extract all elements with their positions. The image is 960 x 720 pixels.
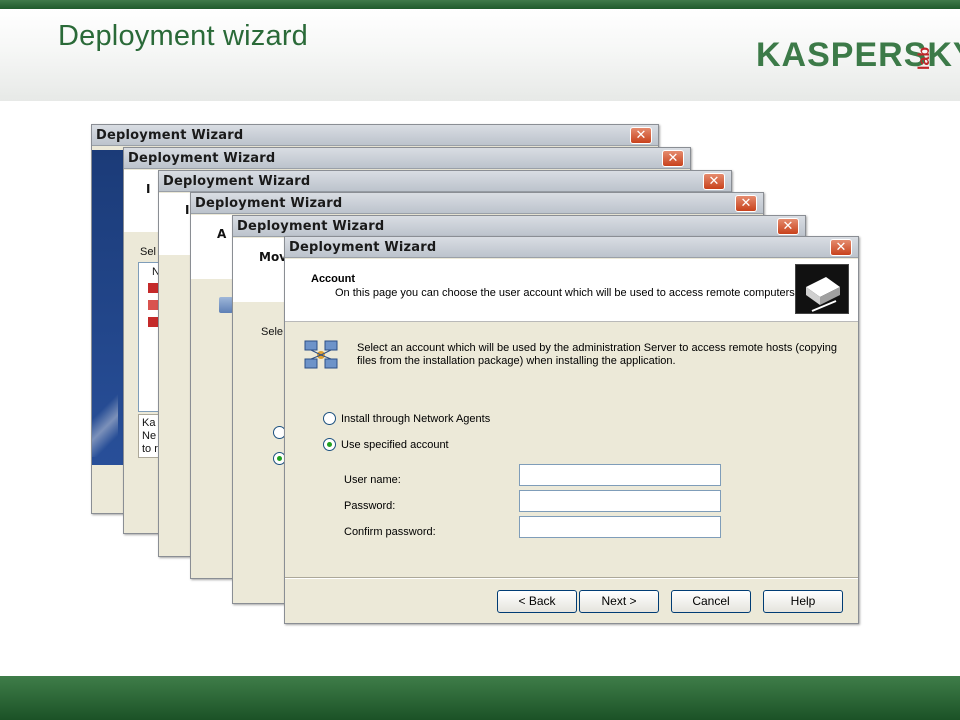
radio-circle[interactable]: [323, 438, 336, 451]
window-titlebar: Deployment Wizard ✕: [285, 237, 858, 258]
radio-label: Install through Network Agents: [341, 412, 491, 425]
button-separator-highlight: [285, 578, 858, 579]
list-item-icon: [148, 317, 158, 327]
wizard-page-header: Account On this page you can choose the …: [285, 259, 858, 322]
desc-fragment: Ka: [142, 417, 156, 429]
window-titlebar: Deployment Wizard ✕: [159, 171, 731, 192]
radio-label: Use specified account: [341, 438, 449, 451]
close-icon[interactable]: ✕: [703, 173, 725, 190]
password-label: Password:: [344, 500, 396, 512]
select-fragment: Sel: [140, 246, 156, 258]
desc-fragment: to r: [142, 443, 158, 455]
kaspersky-logo: KASPERSKY lab: [756, 34, 960, 76]
window-titlebar: Deployment Wizard ✕: [191, 193, 763, 214]
wizard-page-body: Select an account which will be used by …: [285, 323, 858, 578]
page-title: Account: [311, 273, 355, 285]
window-title: Deployment Wizard: [237, 219, 385, 234]
next-button[interactable]: Next >: [579, 590, 659, 613]
help-button[interactable]: Help: [763, 590, 843, 613]
header-fragment: I: [146, 182, 151, 196]
window-title: Deployment Wizard: [289, 240, 437, 255]
close-icon[interactable]: ✕: [630, 127, 652, 144]
bottom-band: [0, 676, 960, 720]
back-button[interactable]: < Back: [497, 590, 577, 613]
close-icon[interactable]: ✕: [662, 150, 684, 167]
window-title: Deployment Wizard: [163, 174, 311, 189]
close-icon[interactable]: ✕: [830, 239, 852, 256]
window-title: Deployment Wizard: [128, 151, 276, 166]
wizard-header-icon: [795, 264, 849, 314]
header-fragment: I: [185, 203, 190, 217]
window-title: Deployment Wizard: [195, 196, 343, 211]
window-titlebar: Deployment Wizard ✕: [92, 125, 658, 146]
network-computers-icon: [303, 339, 341, 373]
close-icon[interactable]: ✕: [777, 218, 799, 235]
header-fragment: Mov: [259, 250, 288, 264]
radio-use-specified-account[interactable]: Use specified account: [323, 438, 449, 451]
banner-graphic: [92, 377, 118, 457]
user-name-input[interactable]: [519, 464, 721, 486]
radio-install-network-agents[interactable]: Install through Network Agents: [323, 412, 490, 425]
header-fragment: A: [217, 227, 227, 241]
password-input[interactable]: [519, 490, 721, 512]
logo-lab: lab: [916, 46, 933, 70]
window-titlebar: Deployment Wizard ✕: [233, 216, 805, 237]
list-item-icon: [148, 300, 158, 310]
window-titlebar: Deployment Wizard ✕: [124, 148, 690, 169]
wizard-window-front: Deployment Wizard ✕ Account On this page…: [284, 236, 859, 624]
list-item-icon: [148, 283, 158, 293]
confirm-password-label: Confirm password:: [344, 526, 436, 538]
select-fragment: Sele: [261, 326, 284, 338]
intro-text: Select an account which will be used by …: [357, 342, 837, 367]
confirm-password-input[interactable]: [519, 516, 721, 538]
window-title: Deployment Wizard: [96, 128, 244, 143]
top-stripe: [0, 0, 960, 9]
desc-fragment: Ne: [142, 430, 157, 442]
page-description: On this page you can choose the user acc…: [335, 287, 795, 299]
close-icon[interactable]: ✕: [735, 195, 757, 212]
radio-circle[interactable]: [323, 412, 336, 425]
slide-title: Deployment wizard: [58, 20, 308, 52]
cancel-button[interactable]: Cancel: [671, 590, 751, 613]
wizard-small-icon: [219, 297, 233, 313]
user-name-label: User name:: [344, 474, 401, 486]
